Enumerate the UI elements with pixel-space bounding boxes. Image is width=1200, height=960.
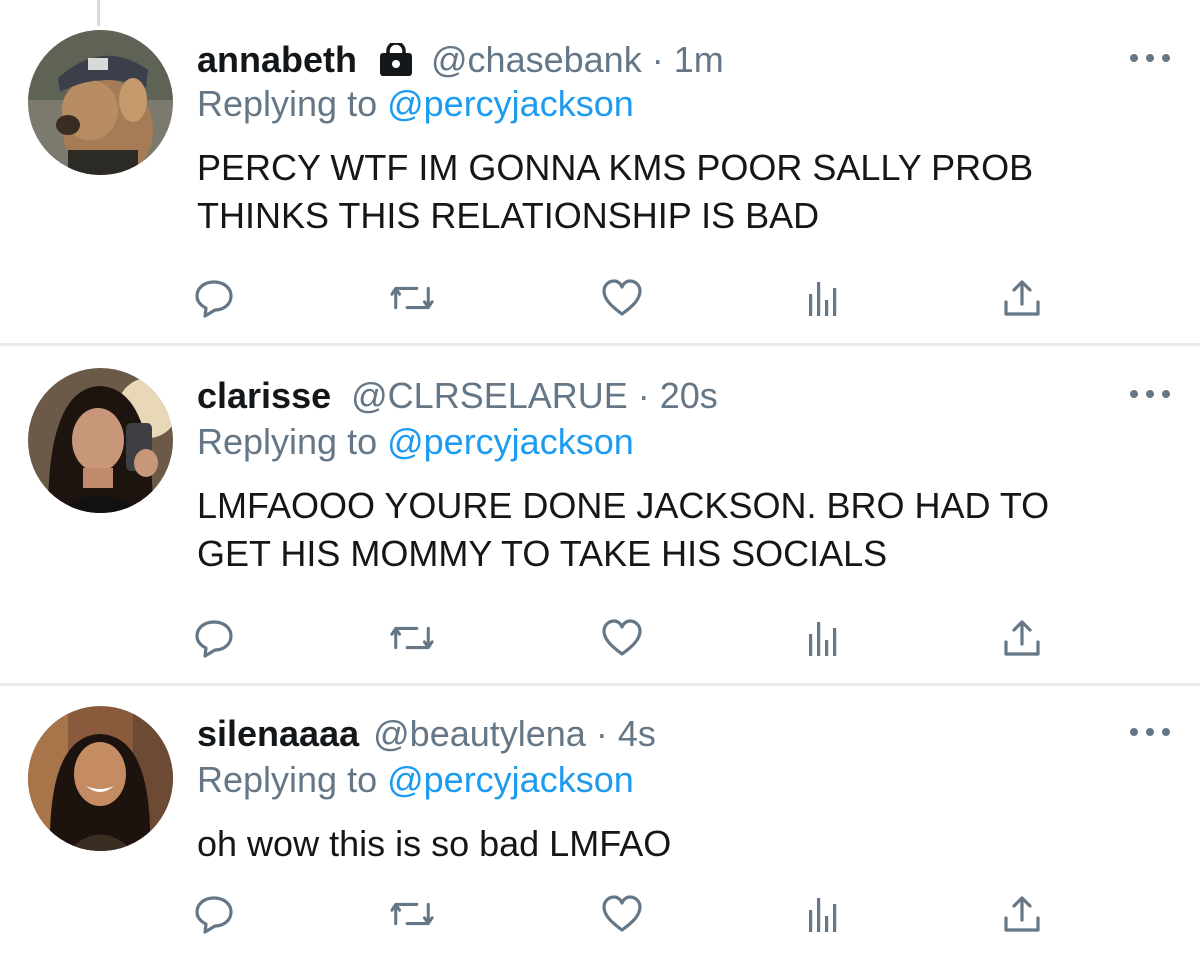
timestamp[interactable]: 20s (660, 374, 718, 418)
separator-dot: · (651, 39, 664, 80)
display-name[interactable]: clarisse (197, 374, 331, 418)
separator-dot: · (637, 375, 650, 416)
share-icon (1004, 620, 1040, 656)
analytics-button[interactable] (800, 276, 844, 320)
reply-icon (195, 620, 233, 658)
tweet-header: annabeth @chasebank · 1m (197, 38, 724, 82)
replying-to-line: Replying to @percyjackson (197, 420, 634, 464)
like-icon (602, 279, 642, 316)
display-name[interactable]: annabeth (197, 38, 357, 82)
handle[interactable]: @beautylena (373, 712, 586, 756)
replying-to-label: Replying to (197, 759, 378, 800)
analytics-icon (809, 898, 837, 932)
share-button[interactable] (1000, 892, 1044, 936)
replying-to-mention[interactable]: @percyjackson (387, 759, 634, 800)
avatar-image (28, 706, 173, 851)
like-icon (602, 619, 642, 656)
analytics-icon (809, 282, 837, 316)
replying-to-label: Replying to (197, 421, 378, 462)
handle[interactable]: @CLRSELARUE (351, 374, 628, 418)
tweet[interactable]: clarisse @CLRSELARUE · 20s Replying to @p… (0, 346, 1200, 686)
avatar-image (28, 30, 173, 175)
replying-to-label: Replying to (197, 83, 378, 124)
like-button[interactable] (600, 276, 644, 320)
tweet-text: oh wow this is so bad LMFAO (197, 820, 1157, 868)
tweet-header: clarisse @CLRSELARUE · 20s (197, 374, 718, 418)
tweet[interactable]: silenaaaa @beautylena · 4s Replying to @p… (0, 686, 1200, 960)
like-button[interactable] (600, 616, 644, 660)
retweet-icon (390, 286, 434, 310)
avatar[interactable] (28, 368, 173, 513)
retweet-icon (390, 902, 434, 926)
tweet-text: LMFAOOO YOURE DONE JACKSON. BRO HAD TO G… (197, 482, 1157, 578)
tweet-text-line: oh wow this is so bad LMFAO (197, 823, 672, 864)
reply-button[interactable] (192, 892, 236, 936)
like-icon (602, 895, 642, 932)
replying-to-line: Replying to @percyjackson (197, 82, 634, 126)
reply-icon (195, 280, 233, 318)
share-button[interactable] (1000, 616, 1044, 660)
avatar-image (28, 368, 173, 513)
tweet-actions (0, 892, 1200, 936)
tweet-text: PERCY WTF IM GONNA KMS POOR SALLY PROB T… (197, 144, 1157, 240)
retweet-icon (390, 626, 434, 650)
replying-to-mention[interactable]: @percyjackson (387, 83, 634, 124)
replying-to-mention[interactable]: @percyjackson (387, 421, 634, 462)
display-name[interactable]: silenaaaa (197, 712, 359, 756)
like-button[interactable] (600, 892, 644, 936)
tweet-actions (0, 616, 1200, 660)
avatar[interactable] (28, 30, 173, 175)
analytics-icon (809, 622, 837, 656)
reply-icon (195, 896, 233, 934)
tweet-text-line: THINKS THIS RELATIONSHIP IS BAD (197, 195, 820, 236)
more-icon[interactable] (1130, 722, 1170, 742)
more-icon[interactable] (1130, 384, 1170, 404)
share-icon (1004, 280, 1040, 316)
more-icon[interactable] (1130, 48, 1170, 68)
reply-button[interactable] (192, 276, 236, 320)
analytics-button[interactable] (800, 616, 844, 660)
tweet-text-line: PERCY WTF IM GONNA KMS POOR SALLY PROB (197, 147, 1034, 188)
tweet-text-line: LMFAOOO YOURE DONE JACKSON. BRO HAD TO (197, 485, 1050, 526)
avatar[interactable] (28, 706, 173, 851)
retweet-button[interactable] (390, 892, 434, 936)
tweet-actions (0, 276, 1200, 320)
tweet-header: silenaaaa @beautylena · 4s (197, 712, 656, 756)
tweet-text-line: GET HIS MOMMY TO TAKE HIS SOCIALS (197, 533, 888, 574)
share-button[interactable] (1000, 276, 1044, 320)
retweet-button[interactable] (390, 276, 434, 320)
analytics-button[interactable] (800, 892, 844, 936)
timestamp[interactable]: 4s (618, 712, 656, 756)
reply-button[interactable] (192, 616, 236, 660)
handle[interactable]: @chasebank (431, 38, 642, 82)
lock-icon (379, 43, 413, 77)
timestamp[interactable]: 1m (674, 38, 724, 82)
tweet[interactable]: annabeth @chasebank · 1m Replying to @per… (0, 0, 1200, 346)
separator-dot: · (595, 713, 608, 754)
replying-to-line: Replying to @percyjackson (197, 758, 634, 802)
retweet-button[interactable] (390, 616, 434, 660)
share-icon (1004, 896, 1040, 932)
